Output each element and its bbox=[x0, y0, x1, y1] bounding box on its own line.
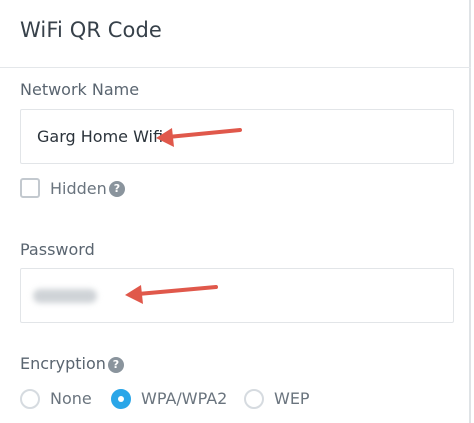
hidden-label: Hidden bbox=[50, 179, 107, 198]
panel-header: WiFi QR Code bbox=[0, 0, 471, 68]
radio-wpa-wpa2[interactable] bbox=[111, 389, 131, 409]
wifi-qr-panel: WiFi QR Code Network Name Garg Home Wifi… bbox=[0, 0, 471, 423]
network-name-value: Garg Home Wifi bbox=[37, 127, 164, 146]
password-label: Password bbox=[20, 240, 95, 259]
radio-wep-label: WEP bbox=[274, 389, 310, 408]
annotation-arrow-network-icon bbox=[156, 128, 242, 147]
radio-none-label: None bbox=[50, 389, 92, 408]
panel-title: WiFi QR Code bbox=[20, 18, 162, 42]
radio-none[interactable] bbox=[20, 389, 40, 409]
annotation-arrow-password-icon bbox=[125, 285, 218, 304]
radio-wep[interactable] bbox=[244, 389, 264, 409]
password-obscured-value bbox=[33, 289, 97, 303]
encryption-label: Encryption bbox=[20, 354, 106, 373]
hidden-help-icon[interactable]: ? bbox=[109, 181, 125, 197]
hidden-checkbox[interactable] bbox=[20, 178, 40, 198]
network-name-label: Network Name bbox=[20, 80, 140, 99]
radio-wpa-wpa2-label: WPA/WPA2 bbox=[141, 389, 228, 408]
password-field[interactable] bbox=[20, 268, 454, 323]
encryption-help-icon[interactable]: ? bbox=[108, 357, 124, 373]
